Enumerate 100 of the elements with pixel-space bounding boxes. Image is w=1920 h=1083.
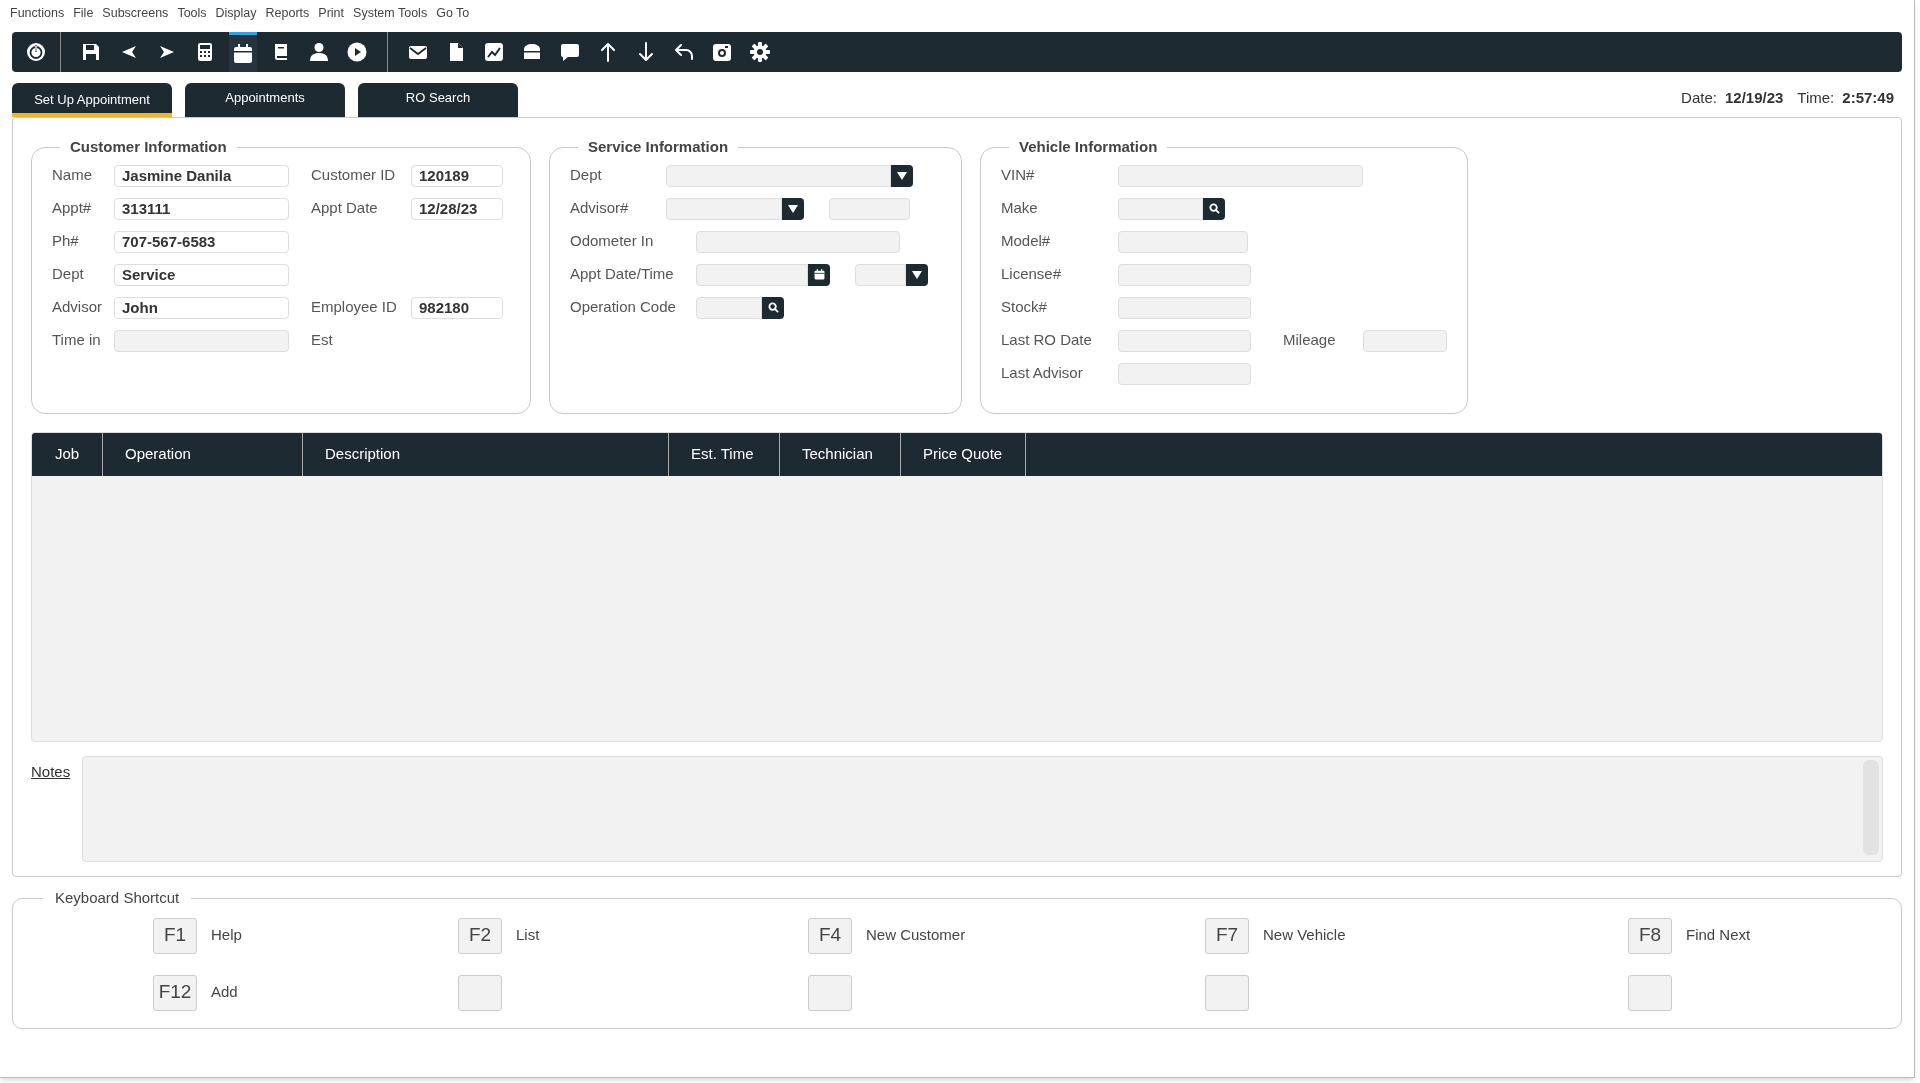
key-cap bbox=[458, 974, 502, 1011]
input-field[interactable]: John bbox=[114, 296, 289, 319]
calculator-icon bbox=[195, 42, 215, 62]
menu-item[interactable]: File bbox=[73, 4, 94, 26]
date-picker-button[interactable] bbox=[808, 263, 830, 286]
input-field[interactable] bbox=[1118, 296, 1251, 319]
column-header[interactable]: Description bbox=[303, 433, 669, 476]
dropdown-button[interactable] bbox=[891, 164, 913, 187]
field-label: Time in bbox=[52, 330, 102, 351]
input-field[interactable] bbox=[696, 263, 808, 286]
input-field[interactable]: Service bbox=[114, 263, 289, 286]
tab[interactable]: Appointments bbox=[185, 83, 345, 117]
date-value: 12/19/23 bbox=[1724, 87, 1784, 108]
menu-item[interactable]: Display bbox=[215, 4, 257, 26]
input-field[interactable]: 120189 bbox=[411, 164, 503, 187]
camera-icon bbox=[712, 42, 732, 62]
search-button[interactable] bbox=[1203, 197, 1225, 220]
input-field[interactable] bbox=[1118, 197, 1203, 220]
time-label: Time: bbox=[1797, 87, 1835, 108]
field-label: Last RO Date bbox=[1001, 330, 1093, 351]
date-label: Date: bbox=[1681, 87, 1717, 108]
field-label: Appt Date bbox=[311, 198, 379, 219]
key-cap bbox=[1205, 974, 1249, 1011]
play-icon bbox=[347, 42, 367, 62]
field-label: Ph# bbox=[52, 231, 80, 252]
power-icon bbox=[26, 42, 46, 62]
menu-item[interactable]: Functions bbox=[10, 4, 65, 26]
menu-item[interactable]: Go To bbox=[436, 4, 470, 26]
key-cap: F1 bbox=[153, 917, 197, 954]
field-label: Advisor bbox=[52, 297, 104, 318]
field-label: VIN# bbox=[1001, 165, 1036, 186]
shortcut-label: Add bbox=[211, 982, 238, 1003]
input-field[interactable] bbox=[1118, 263, 1251, 286]
shortcut-label: New Vehicle bbox=[1263, 925, 1346, 946]
save-icon bbox=[81, 42, 101, 62]
menu-item[interactable]: Reports bbox=[265, 4, 310, 26]
field-label: Model# bbox=[1001, 231, 1052, 252]
input-field[interactable] bbox=[666, 164, 891, 187]
input-field[interactable]: Jasmine Danila bbox=[114, 164, 289, 187]
speech-bubble-icon bbox=[560, 42, 580, 62]
toolbar-button[interactable] bbox=[229, 32, 257, 72]
key-cap: F12 bbox=[153, 974, 197, 1011]
field-label: Advisor# bbox=[570, 198, 630, 219]
tab[interactable]: Set Up Appointment bbox=[12, 83, 172, 117]
search-icon bbox=[1208, 203, 1220, 214]
notes-field[interactable] bbox=[82, 756, 1883, 862]
column-header[interactable]: Technician bbox=[780, 433, 901, 476]
key-cap bbox=[1628, 974, 1672, 1011]
notes-link[interactable]: Notes bbox=[31, 761, 71, 862]
input-field[interactable]: 982180 bbox=[411, 296, 503, 319]
field-label: Employee ID bbox=[311, 297, 398, 318]
menu-item[interactable]: Subscreens bbox=[102, 4, 169, 26]
column-header[interactable]: Est. Time bbox=[669, 433, 780, 476]
column-header[interactable]: Price Quote bbox=[901, 433, 1026, 476]
tab[interactable]: RO Search bbox=[358, 83, 518, 117]
input-field[interactable]: 707-567-6583 bbox=[114, 230, 289, 253]
input-field[interactable] bbox=[1118, 164, 1363, 187]
up-arrow-icon bbox=[598, 42, 618, 62]
field-label: Dept bbox=[52, 264, 85, 285]
field-label: Dept bbox=[570, 165, 603, 186]
down-arrow-icon bbox=[636, 42, 656, 62]
caret-icon bbox=[788, 204, 798, 213]
key-cap: F2 bbox=[458, 917, 502, 954]
shortcut-label: Help bbox=[211, 925, 242, 946]
input-field[interactable]: 313111 bbox=[114, 197, 289, 220]
field-label: Name bbox=[52, 165, 93, 186]
field-label: Stock# bbox=[1001, 297, 1048, 318]
calendar-icon bbox=[233, 43, 253, 64]
input-field[interactable]: 12/28/23 bbox=[411, 197, 503, 220]
field-label: Operation Code bbox=[570, 297, 677, 318]
person-icon bbox=[309, 42, 329, 62]
input-field[interactable] bbox=[1118, 362, 1251, 385]
shortcut-label: List bbox=[516, 925, 540, 946]
input-field[interactable] bbox=[696, 230, 900, 253]
field-label: Odometer In bbox=[570, 231, 655, 252]
input-field[interactable] bbox=[114, 329, 289, 352]
menu-item[interactable]: System Tools bbox=[353, 4, 428, 26]
input-field[interactable] bbox=[1118, 329, 1251, 352]
input-field[interactable] bbox=[666, 197, 782, 220]
field-label: Make bbox=[1001, 198, 1039, 219]
field-label: Appt# bbox=[52, 198, 93, 219]
input-field[interactable] bbox=[696, 296, 762, 319]
field-label: Mileage bbox=[1283, 330, 1337, 351]
menu-item[interactable]: Tools bbox=[177, 4, 207, 26]
input-field[interactable] bbox=[855, 263, 906, 286]
undo-arrow-icon bbox=[674, 42, 694, 62]
dropdown-button[interactable] bbox=[782, 197, 804, 220]
column-header[interactable]: Operation bbox=[103, 433, 303, 476]
field-label: License# bbox=[1001, 264, 1063, 285]
input-field[interactable] bbox=[1363, 329, 1447, 352]
section-title: Keyboard Shortcut bbox=[54, 888, 181, 908]
input-field[interactable] bbox=[829, 197, 910, 220]
input-field[interactable] bbox=[1118, 230, 1248, 253]
search-icon bbox=[767, 302, 779, 313]
search-button[interactable] bbox=[762, 296, 784, 319]
shortcut-label: Find Next bbox=[1686, 925, 1751, 946]
column-header[interactable]: Job bbox=[32, 433, 103, 476]
dropdown-button[interactable] bbox=[906, 263, 928, 286]
menu-item[interactable]: Print bbox=[318, 4, 345, 26]
field-label: Last Advisor bbox=[1001, 363, 1084, 384]
